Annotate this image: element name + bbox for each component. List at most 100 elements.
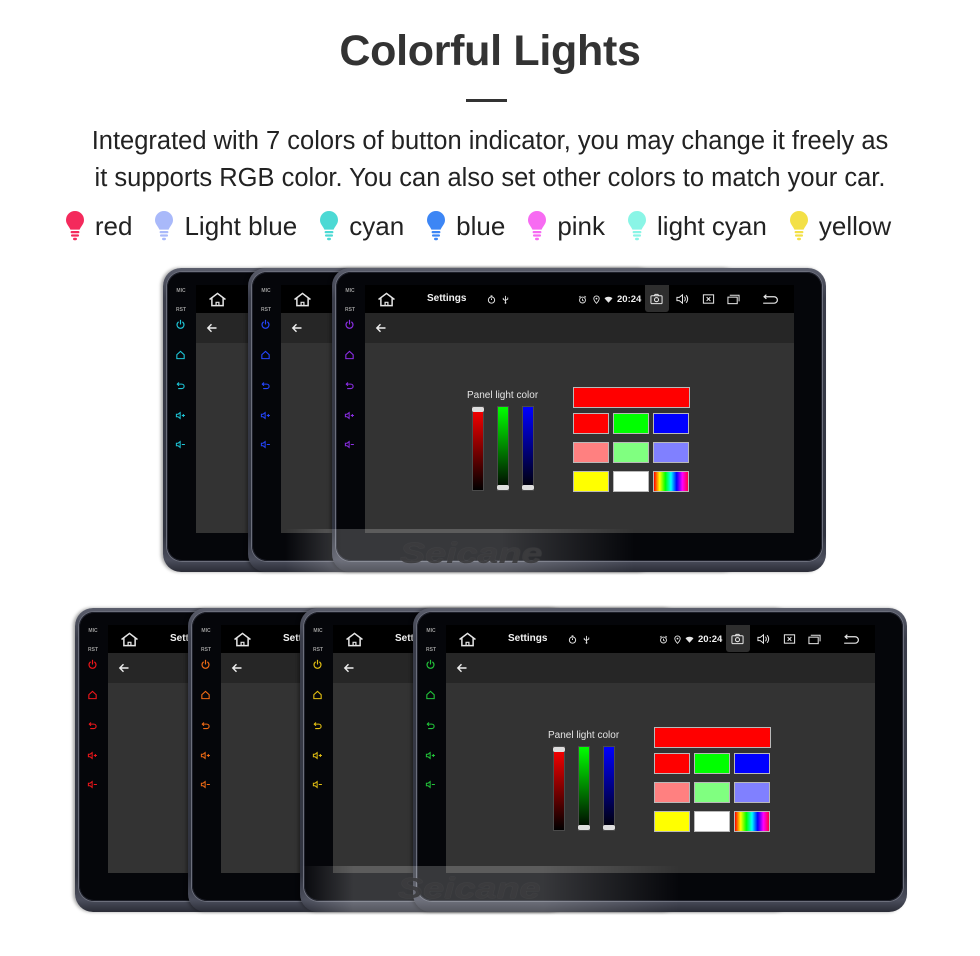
side-button-back-icon[interactable]: [87, 720, 98, 731]
side-button-power-icon[interactable]: [425, 659, 436, 670]
swatch-light-green[interactable]: [694, 782, 730, 803]
reset-button[interactable]: RST: [174, 307, 188, 313]
side-button-back-icon[interactable]: [175, 380, 186, 391]
slider-thumb-red[interactable]: [553, 747, 565, 752]
volume-icon[interactable]: [756, 633, 770, 645]
side-button-volume-up-icon[interactable]: [312, 750, 323, 761]
side-button-home-icon[interactable]: [344, 349, 355, 360]
reset-button[interactable]: RST: [259, 307, 273, 313]
side-button-home-icon[interactable]: [87, 689, 98, 700]
side-button-volume-up-icon[interactable]: [260, 410, 271, 421]
side-button-power-icon[interactable]: [312, 659, 323, 670]
recent-apps-icon[interactable]: [726, 293, 740, 305]
description-line-2: it supports RGB color. You can also set …: [94, 164, 886, 192]
volume-icon[interactable]: [675, 293, 689, 305]
side-button-volume-up-icon[interactable]: [200, 750, 211, 761]
swatch-light-blue[interactable]: [653, 442, 689, 463]
home-icon[interactable]: [377, 292, 396, 307]
screenshot-icon[interactable]: [649, 293, 663, 305]
side-button-power-icon[interactable]: [175, 319, 186, 330]
side-button-home-icon[interactable]: [200, 689, 211, 700]
side-button-power-icon[interactable]: [200, 659, 211, 670]
swatch-spectrum[interactable]: [734, 811, 770, 832]
mic-label: MIC: [201, 628, 211, 634]
slider-blue[interactable]: [522, 407, 534, 490]
slider-thumb-blue[interactable]: [603, 825, 615, 830]
arrow-back-icon[interactable]: [291, 322, 303, 334]
swatch-light-green[interactable]: [613, 442, 649, 463]
reset-button[interactable]: RST: [199, 647, 213, 653]
reset-button[interactable]: RST: [424, 647, 438, 653]
close-app-icon[interactable]: [702, 293, 715, 305]
slider-blue[interactable]: [603, 747, 615, 830]
side-button-back-icon[interactable]: [425, 720, 436, 731]
side-button-volume-up-icon[interactable]: [344, 410, 355, 421]
arrow-back-icon[interactable]: [456, 662, 468, 674]
swatch-red[interactable]: [654, 753, 690, 774]
reset-button[interactable]: RST: [343, 307, 357, 313]
slider-thumb-green[interactable]: [578, 825, 590, 830]
swatch-yellow[interactable]: [654, 811, 690, 832]
home-icon[interactable]: [345, 632, 364, 647]
recent-apps-icon[interactable]: [807, 633, 821, 645]
swatch-red[interactable]: [573, 413, 609, 434]
swatch-white[interactable]: [613, 471, 649, 492]
swatch-light-red[interactable]: [573, 442, 609, 463]
side-button-volume-down-icon[interactable]: [200, 779, 211, 790]
arrow-back-icon[interactable]: [343, 662, 355, 674]
side-button-volume-down-icon[interactable]: [312, 779, 323, 790]
side-button-back-icon[interactable]: [200, 720, 211, 731]
slider-green[interactable]: [497, 407, 509, 490]
arrow-back-icon[interactable]: [231, 662, 243, 674]
home-icon[interactable]: [293, 292, 312, 307]
screenshot-icon[interactable]: [730, 633, 744, 645]
slider-thumb-red[interactable]: [472, 407, 484, 412]
side-button-volume-down-icon[interactable]: [87, 779, 98, 790]
swatch-blue[interactable]: [653, 413, 689, 434]
swatch-light-red[interactable]: [654, 782, 690, 803]
side-button-volume-up-icon[interactable]: [87, 750, 98, 761]
slider-green[interactable]: [578, 747, 590, 830]
slider-thumb-blue[interactable]: [522, 485, 534, 490]
legend-label: red: [94, 211, 133, 241]
return-icon[interactable]: [842, 633, 861, 645]
close-app-icon[interactable]: [783, 633, 796, 645]
side-button-volume-down-icon[interactable]: [425, 779, 436, 790]
side-button-home-icon[interactable]: [425, 689, 436, 700]
side-button-home-icon[interactable]: [312, 689, 323, 700]
swatch-yellow[interactable]: [573, 471, 609, 492]
swatch-green[interactable]: [694, 753, 730, 774]
side-button-volume-up-icon[interactable]: [175, 410, 186, 421]
swatch-light-blue[interactable]: [734, 782, 770, 803]
side-button-power-icon[interactable]: [260, 319, 271, 330]
side-button-back-icon[interactable]: [344, 380, 355, 391]
reset-button[interactable]: RST: [311, 647, 325, 653]
home-icon[interactable]: [120, 632, 139, 647]
slider-red[interactable]: [553, 747, 565, 830]
side-button-back-icon[interactable]: [260, 380, 271, 391]
arrow-back-icon[interactable]: [118, 662, 130, 674]
home-icon[interactable]: [458, 632, 477, 647]
slider-red[interactable]: [472, 407, 484, 490]
side-button-volume-down-icon[interactable]: [260, 439, 271, 450]
side-button-volume-down-icon[interactable]: [175, 439, 186, 450]
swatch-blue[interactable]: [734, 753, 770, 774]
swatch-spectrum[interactable]: [653, 471, 689, 492]
arrow-back-icon[interactable]: [206, 322, 218, 334]
home-icon[interactable]: [208, 292, 227, 307]
swatch-green[interactable]: [613, 413, 649, 434]
return-icon[interactable]: [761, 293, 780, 305]
side-button-home-icon[interactable]: [260, 349, 271, 360]
side-button-volume-down-icon[interactable]: [344, 439, 355, 450]
side-button-home-icon[interactable]: [175, 349, 186, 360]
side-button-back-icon[interactable]: [312, 720, 323, 731]
panel-light-color-label: Panel light color: [548, 730, 620, 741]
swatch-white[interactable]: [694, 811, 730, 832]
side-button-power-icon[interactable]: [87, 659, 98, 670]
side-button-power-icon[interactable]: [344, 319, 355, 330]
reset-button[interactable]: RST: [86, 647, 100, 653]
arrow-back-icon[interactable]: [375, 322, 387, 334]
home-icon[interactable]: [233, 632, 252, 647]
side-button-volume-up-icon[interactable]: [425, 750, 436, 761]
slider-thumb-green[interactable]: [497, 485, 509, 490]
